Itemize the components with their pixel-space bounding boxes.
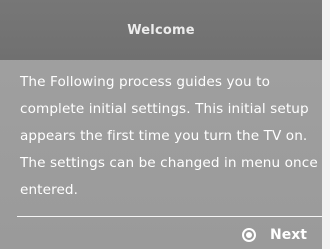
next-button[interactable]: Next — [242, 224, 307, 246]
radio-dot — [246, 232, 252, 238]
welcome-dialog: Welcome The Following process guides you… — [0, 0, 322, 249]
radio-icon — [242, 228, 256, 242]
dialog-body-text: The Following process guides you to comp… — [20, 74, 318, 198]
dialog-title: Welcome — [127, 22, 195, 38]
screen: Welcome The Following process guides you… — [0, 0, 330, 249]
dialog-title-bar: Welcome — [0, 0, 322, 60]
divider — [17, 216, 322, 217]
next-button-label: Next — [270, 227, 307, 243]
